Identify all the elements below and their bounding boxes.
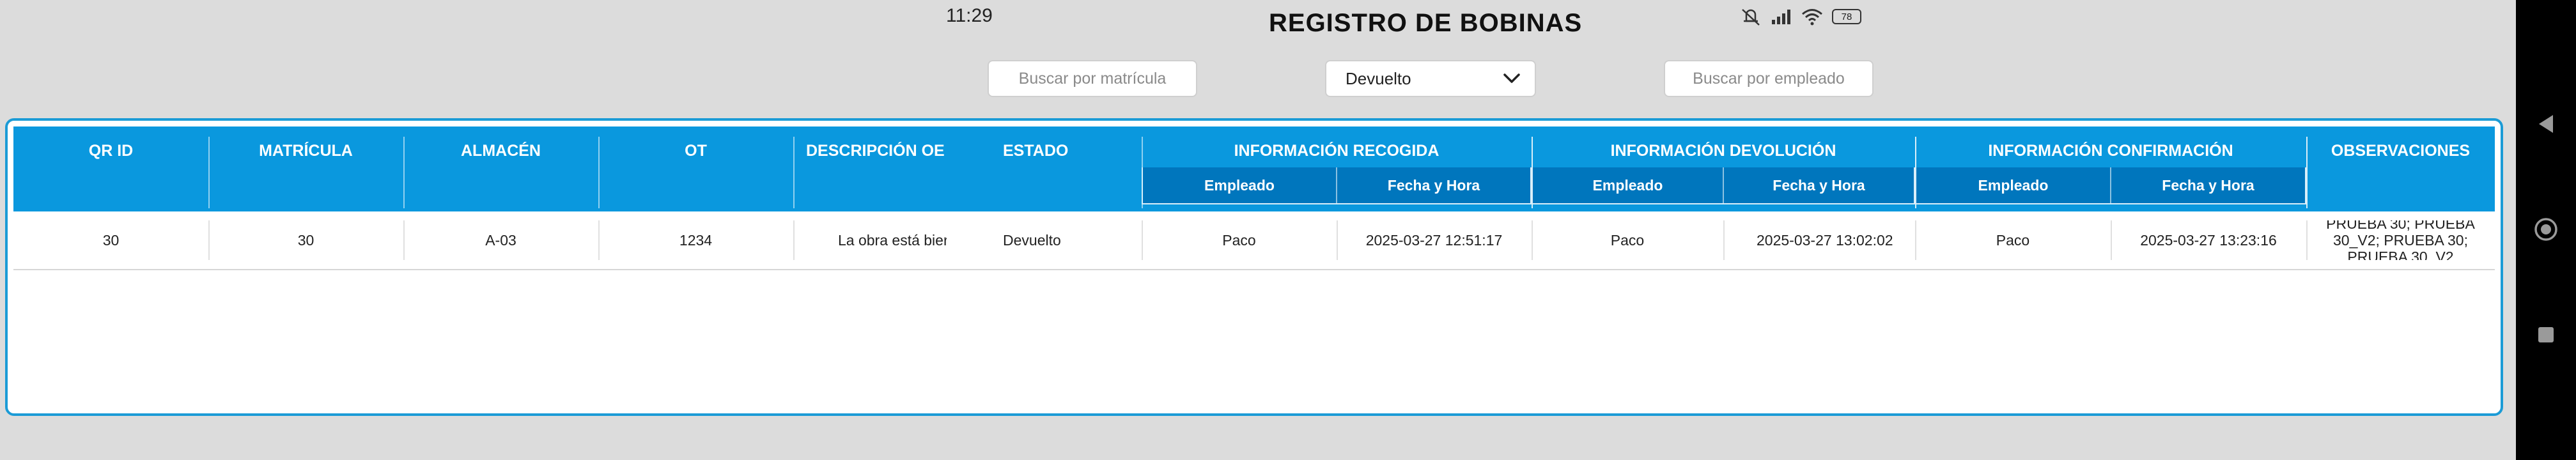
- back-icon[interactable]: [2532, 110, 2560, 138]
- status-time: 11:29: [946, 5, 993, 26]
- group-header-recogida: INFORMACIÓN RECOGIDA: [1234, 142, 1439, 160]
- cell-recogida-fecha: 2025-03-27 12:51:17: [1365, 231, 1503, 249]
- subheader-recogida-empleado[interactable]: Empleado: [1143, 167, 1336, 203]
- home-icon[interactable]: [2532, 215, 2560, 243]
- cell-devolucion-fecha: 2025-03-27 13:02:02: [1757, 231, 1893, 249]
- subheader-confirmacion-fecha[interactable]: Fecha y Hora: [2110, 167, 2305, 203]
- battery-icon: 78: [1832, 9, 1861, 24]
- cell-descripcion: La obra está bier: [838, 231, 947, 249]
- subheader-confirmacion-empleado[interactable]: Empleado: [1916, 167, 2110, 203]
- employee-search-field[interactable]: [1664, 60, 1874, 97]
- cell-qr-id: 30: [102, 231, 120, 249]
- chevron-down-icon: [1503, 69, 1521, 89]
- subheader-devolucion-fecha[interactable]: Fecha y Hora: [1723, 167, 1914, 203]
- cell-confirmacion-fecha: 2025-03-27 13:23:16: [2140, 231, 2277, 249]
- column-header-descripcion[interactable]: DESCRIPCIÓN OE: [793, 142, 947, 167]
- column-header-ot[interactable]: OT: [598, 142, 793, 167]
- table-panel: QR ID MATRÍCULA ALMACÉN OT DESCRIPCIÓN O…: [5, 118, 2503, 416]
- cell-almacen: A-03: [485, 231, 516, 249]
- plate-search-input[interactable]: [989, 61, 1196, 96]
- cell-estado: Devuelto: [1003, 231, 1061, 249]
- column-header-qr-id[interactable]: QR ID: [13, 142, 208, 167]
- status-select[interactable]: Devuelto: [1325, 60, 1536, 97]
- subheader-recogida: Empleado Fecha y Hora: [1142, 167, 1532, 204]
- subheader-confirmacion: Empleado Fecha y Hora: [1915, 167, 2306, 204]
- column-header-almacen[interactable]: ALMACÉN: [403, 142, 598, 167]
- cell-devolucion-empleado: Paco: [1610, 231, 1645, 249]
- employee-search-input[interactable]: [1665, 61, 1872, 96]
- wifi-icon: [1801, 8, 1823, 26]
- table-header: QR ID MATRÍCULA ALMACÉN OT DESCRIPCIÓN O…: [13, 126, 2495, 211]
- table-row[interactable]: 30 30 A-03 1234 La obra está bier Devuel…: [13, 211, 2495, 270]
- plate-search-field[interactable]: [988, 60, 1197, 97]
- cell-confirmacion-empleado: Paco: [1996, 231, 2030, 249]
- signal-icon: [1771, 8, 1792, 25]
- cell-matricula: 30: [297, 231, 314, 249]
- page-title: REGISTRO DE BOBINAS: [1269, 9, 1583, 37]
- navigation-bar: [2516, 0, 2576, 460]
- column-header-estado[interactable]: ESTADO: [947, 142, 1142, 167]
- cell-recogida-empleado: Paco: [1222, 231, 1256, 249]
- column-header-observaciones[interactable]: OBSERVACIONES: [2306, 142, 2495, 167]
- recents-icon[interactable]: [2532, 321, 2560, 349]
- subheader-recogida-fecha[interactable]: Fecha y Hora: [1336, 167, 1530, 203]
- cell-observaciones: PRUEBA 30; PRUEBA 30_V2; PRUEBA 30; PRUE…: [2326, 220, 2475, 260]
- subheader-devolucion: Empleado Fecha y Hora: [1532, 167, 1915, 204]
- cell-ot: 1234: [679, 231, 713, 249]
- group-header-devolucion: INFORMACIÓN DEVOLUCIÓN: [1610, 142, 1836, 160]
- subheader-devolucion-empleado[interactable]: Empleado: [1533, 167, 1723, 203]
- group-header-confirmacion: INFORMACIÓN CONFIRMACIÓN: [1988, 142, 2233, 160]
- mute-icon: [1740, 7, 1762, 26]
- status-select-value: Devuelto: [1346, 68, 1411, 88]
- status-icons: 78: [1740, 5, 1861, 28]
- column-header-matricula[interactable]: MATRÍCULA: [208, 142, 403, 167]
